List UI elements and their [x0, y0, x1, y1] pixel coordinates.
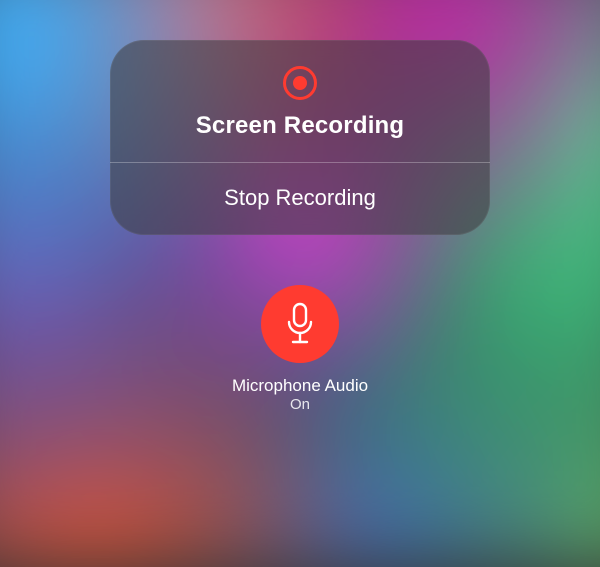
screen-recording-module: Screen Recording Stop Recording	[110, 40, 490, 235]
microphone-icon	[284, 302, 316, 346]
microphone-label: Microphone Audio	[232, 375, 368, 396]
module-title: Screen Recording	[196, 112, 405, 140]
record-icon	[283, 66, 317, 100]
microphone-toggle-button[interactable]	[261, 285, 339, 363]
microphone-section: Microphone Audio On	[232, 285, 368, 415]
module-header: Screen Recording	[110, 40, 490, 162]
microphone-status: On	[232, 396, 368, 415]
stop-recording-button[interactable]: Stop Recording	[110, 163, 490, 235]
